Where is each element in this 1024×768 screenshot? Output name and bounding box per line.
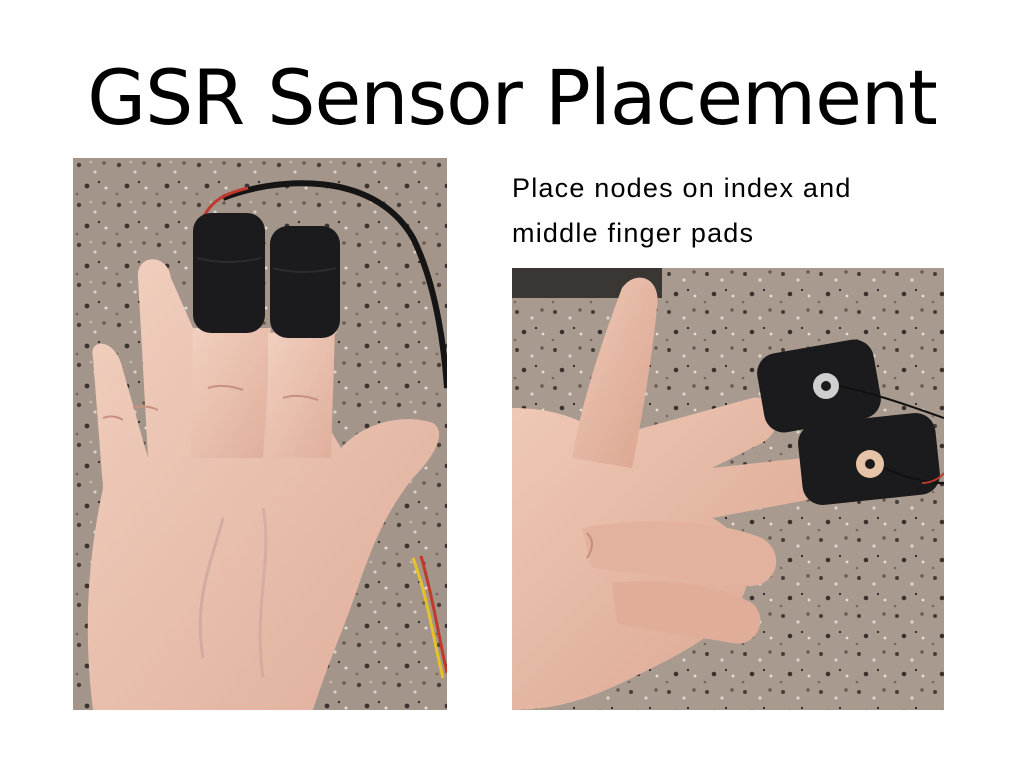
hand-back-photo bbox=[73, 158, 447, 710]
palm-electrode-illustration bbox=[512, 268, 944, 710]
slide-title: GSR Sensor Placement bbox=[87, 53, 938, 142]
caption-line-2: middle finger pads bbox=[512, 218, 755, 248]
caption-line-1: Place nodes on index and bbox=[512, 173, 852, 203]
hand-back-illustration bbox=[73, 158, 447, 710]
placement-caption: Place nodes on index and middle finger p… bbox=[512, 166, 952, 256]
palm-electrode-photo bbox=[512, 268, 944, 710]
